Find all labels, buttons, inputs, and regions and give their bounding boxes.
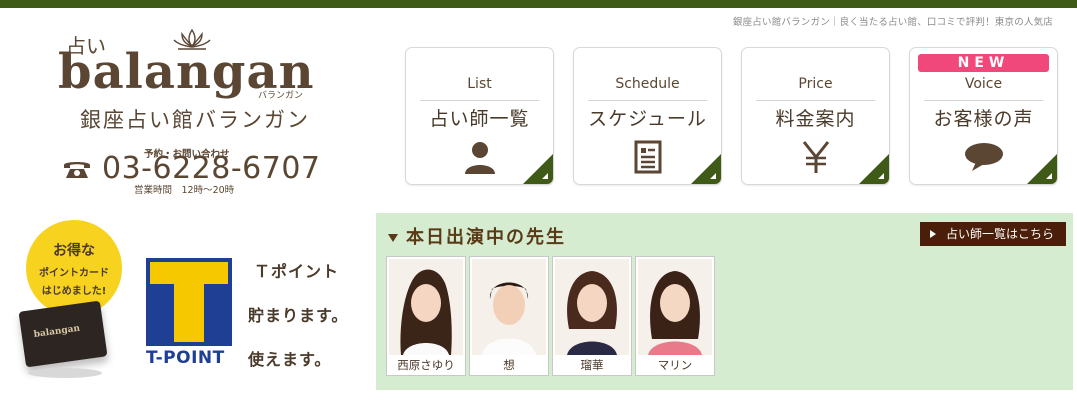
teller-photo: [555, 259, 629, 355]
teller-list-button-label: 占い師一覧はこちら: [946, 227, 1055, 241]
divider: [756, 100, 875, 101]
corner-arrow-icon: [1027, 154, 1057, 184]
teller-list-button[interactable]: 占い師一覧はこちら: [920, 222, 1066, 246]
site-tagline: 銀座占い館バランガン｜良く当たる占い館、口コミで評判！東京の人気店: [732, 17, 1053, 28]
teller-card[interactable]: 西原さゆり: [386, 256, 466, 376]
nav-card-en-label: Voice: [964, 76, 1003, 92]
nav-card-en-label: Price: [798, 76, 833, 92]
card-shadow: [28, 368, 102, 378]
corner-arrow-glyph: [878, 173, 884, 179]
point-card-logo: balangan: [33, 323, 81, 341]
corner-arrow-icon: [859, 154, 889, 184]
phone-number[interactable]: 03-6228-6707: [102, 151, 321, 186]
phone-contact[interactable]: 予約・お問い合わせ 03-6228-6707 営業時間 12時～20時: [62, 146, 322, 196]
nav-card-jp-label: スケジュール: [588, 108, 707, 130]
teller-photo: [638, 259, 712, 355]
divider: [420, 100, 539, 101]
promo-bubble-line1: お得な: [53, 243, 95, 259]
nav-card-en-label: Schedule: [615, 76, 680, 92]
new-badge: NEW: [918, 54, 1049, 72]
corner-arrow-icon: [691, 154, 721, 184]
nav-card-jp-label: お客様の声: [933, 108, 1034, 130]
site-logo[interactable]: 占い balangan バランガン 銀座占い館バランガン: [58, 28, 318, 138]
teller-card[interactable]: 瑠華: [552, 256, 632, 376]
promo-bubble-line2: ポイントカード: [39, 268, 109, 279]
nav-card-en-label: List: [467, 76, 492, 92]
triangle-down-icon: [388, 234, 398, 242]
divider: [924, 100, 1043, 101]
promo-bubble-line3: はじめました!: [41, 286, 107, 297]
corner-arrow-glyph: [542, 173, 548, 179]
teller-photo: [389, 259, 463, 355]
corner-arrow-glyph: [1046, 173, 1052, 179]
nav-card-voice[interactable]: NEW Voice お客様の声: [909, 47, 1058, 185]
tpoint-logo: [146, 258, 232, 346]
promo-text-use: 使えます。: [248, 350, 332, 369]
point-card-promo[interactable]: お得な ポイントカード はじめました! balangan T-POINT Ｔポイ…: [16, 214, 361, 389]
tpoint-logo-bar: [150, 262, 228, 284]
nav-card-jp-label: 料金案内: [775, 108, 856, 130]
tpoint-logo-stem: [174, 284, 204, 342]
logo-kana: バランガン: [258, 91, 304, 101]
point-card-image: balangan: [18, 300, 108, 368]
nav-card-price[interactable]: Price 料金案内: [741, 47, 890, 185]
teller-name: 西原さゆり: [397, 358, 455, 372]
business-hours: 営業時間 12時～20時: [134, 185, 235, 196]
corner-arrow-icon: [523, 154, 553, 184]
arrow-right-icon: [930, 230, 936, 238]
logo-japanese-name: 銀座占い館バランガン: [80, 108, 310, 132]
telephone-icon: [64, 162, 90, 178]
tpoint-label: T-POINT: [146, 348, 225, 368]
teller-name: 瑠華: [580, 358, 604, 372]
today-heading: 本日出演中の先生: [388, 223, 566, 249]
teller-card[interactable]: 想: [469, 256, 549, 376]
nav-card-jp-label: 占い師一覧: [429, 108, 530, 130]
teller-photo: [472, 259, 546, 355]
today-tellers-panel: 本日出演中の先生 占い師一覧はこちら 西原さゆり 想 瑠華 マリン: [376, 213, 1073, 390]
top-bar: [0, 0, 1077, 8]
divider: [588, 100, 707, 101]
nav-card-schedule[interactable]: Schedule スケジュール: [573, 47, 722, 185]
promo-bubble: お得な ポイントカード はじめました!: [26, 220, 122, 316]
teller-list: 西原さゆり 想 瑠華 マリン: [386, 256, 715, 376]
today-heading-text: 本日出演中の先生: [406, 227, 566, 248]
teller-card[interactable]: マリン: [635, 256, 715, 376]
corner-arrow-glyph: [710, 173, 716, 179]
teller-name: 想: [503, 358, 515, 372]
nav-card-list[interactable]: List 占い師一覧: [405, 47, 554, 185]
promo-text-tpoint: Ｔポイント: [254, 262, 340, 281]
promo-text-earn: 貯まります。: [248, 306, 349, 325]
teller-name: マリン: [657, 358, 693, 372]
